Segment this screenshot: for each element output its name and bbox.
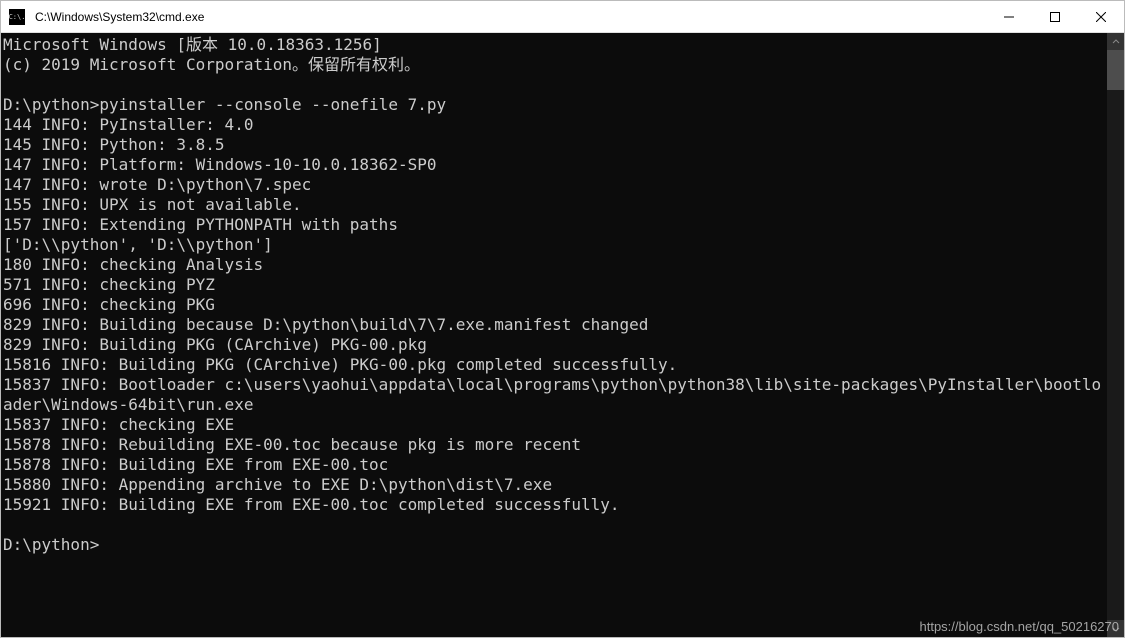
vertical-scrollbar[interactable] bbox=[1107, 33, 1124, 637]
minimize-button[interactable] bbox=[986, 1, 1032, 32]
maximize-button[interactable] bbox=[1032, 1, 1078, 32]
terminal-area: Microsoft Windows [版本 10.0.18363.1256] (… bbox=[1, 33, 1124, 637]
minimize-icon bbox=[1004, 12, 1014, 22]
window-title: C:\Windows\System32\cmd.exe bbox=[33, 10, 986, 24]
watermark-text: https://blog.csdn.net/qq_50216270 bbox=[920, 619, 1120, 634]
window-controls bbox=[986, 1, 1124, 32]
close-icon bbox=[1096, 12, 1106, 22]
scroll-track[interactable] bbox=[1107, 50, 1124, 620]
titlebar[interactable]: C:\. C:\Windows\System32\cmd.exe bbox=[1, 1, 1124, 33]
cmd-window: C:\. C:\Windows\System32\cmd.exe Microso… bbox=[0, 0, 1125, 638]
chevron-up-icon bbox=[1112, 38, 1120, 46]
maximize-icon bbox=[1050, 12, 1060, 22]
scroll-thumb[interactable] bbox=[1107, 50, 1124, 90]
terminal-output[interactable]: Microsoft Windows [版本 10.0.18363.1256] (… bbox=[1, 33, 1107, 637]
app-icon: C:\. bbox=[9, 9, 25, 25]
close-button[interactable] bbox=[1078, 1, 1124, 32]
scroll-up-arrow[interactable] bbox=[1107, 33, 1124, 50]
